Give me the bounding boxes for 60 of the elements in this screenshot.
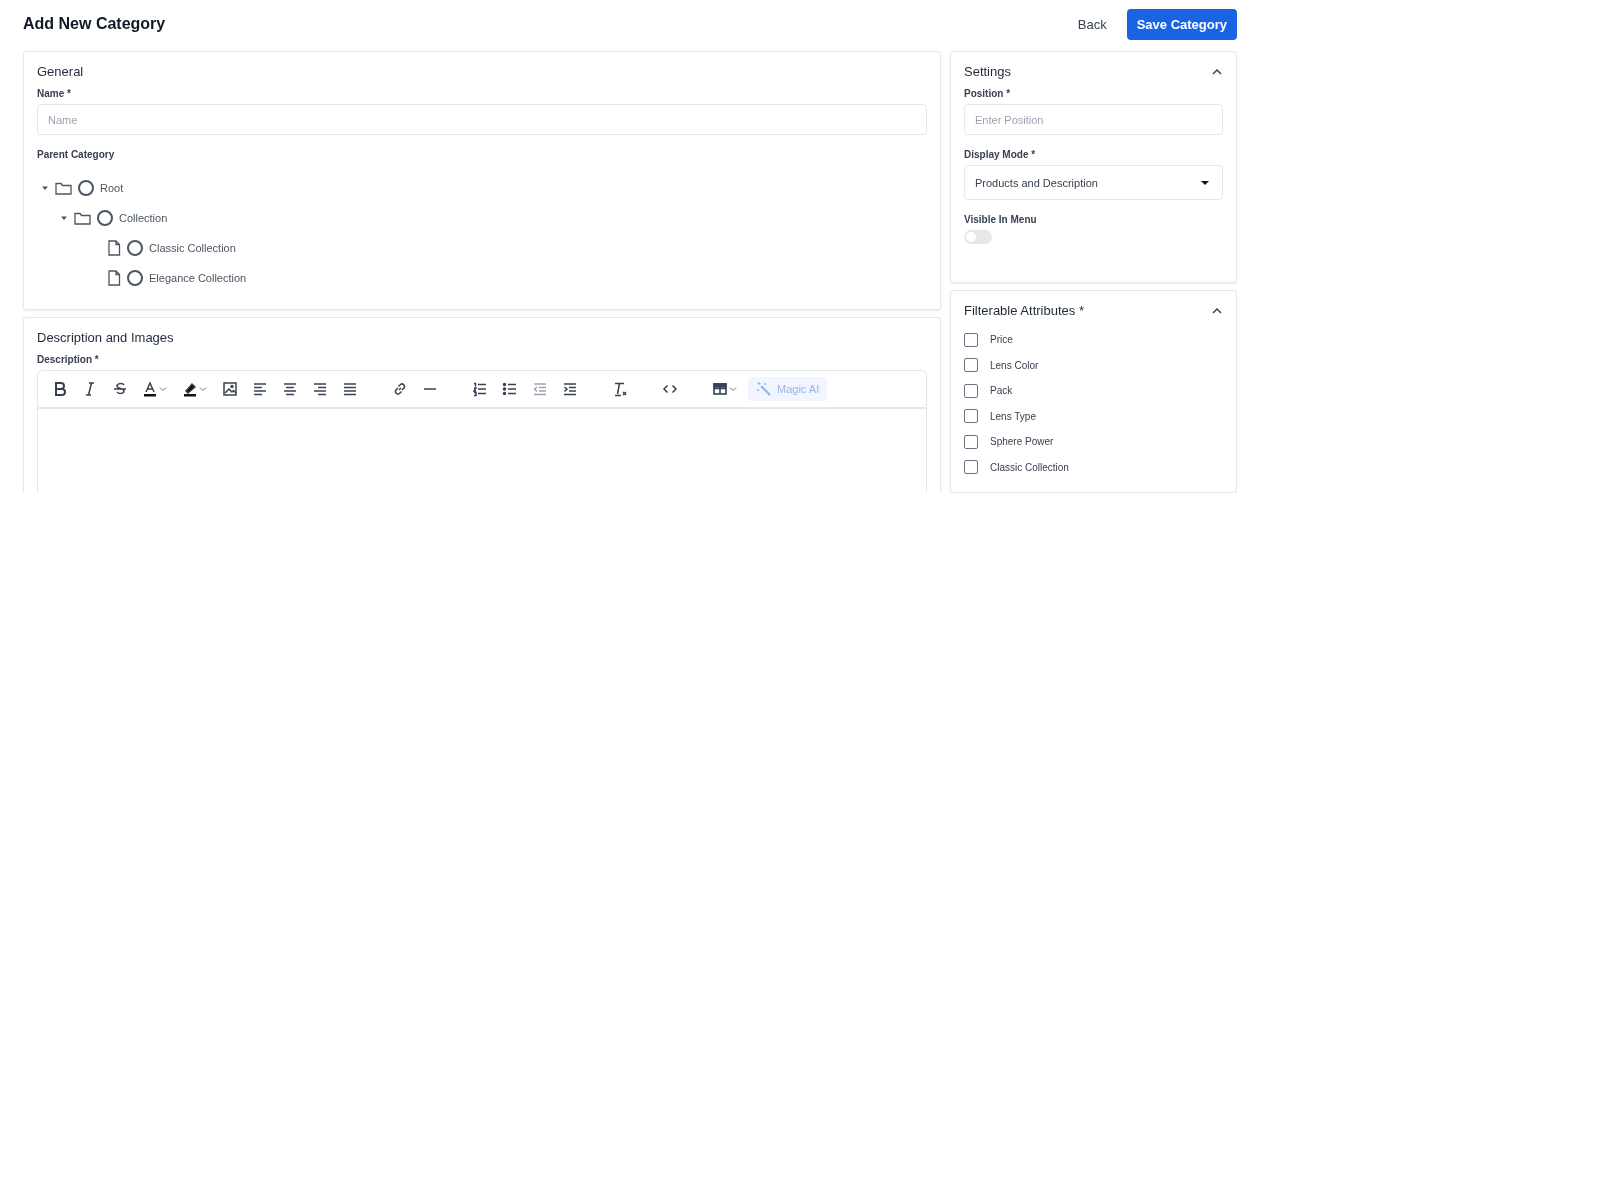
name-input[interactable]: Name bbox=[37, 104, 927, 135]
display-mode-dropdown[interactable]: Products and Description bbox=[964, 165, 1223, 200]
checkbox[interactable] bbox=[964, 383, 978, 398]
radio-button[interactable] bbox=[97, 210, 113, 226]
checkbox-label[interactable]: Sphere Power bbox=[990, 436, 1054, 448]
indent-icon[interactable] bbox=[562, 381, 578, 397]
checkbox[interactable] bbox=[964, 460, 978, 475]
align-justify-icon[interactable] bbox=[342, 381, 358, 397]
section-title: Filterable Attributes * bbox=[964, 303, 1084, 318]
highlighter-icon[interactable] bbox=[182, 381, 198, 397]
table-icon[interactable] bbox=[712, 381, 728, 397]
tree-item-label[interactable]: Collection bbox=[119, 212, 168, 224]
checkbox-label[interactable]: Lens Type bbox=[990, 410, 1036, 422]
folder-icon bbox=[74, 211, 91, 225]
tree-item-label[interactable]: Root bbox=[100, 182, 124, 194]
page-title: Add New Category bbox=[23, 15, 166, 33]
position-input[interactable]: Enter Position bbox=[964, 104, 1223, 135]
file-icon bbox=[107, 270, 121, 286]
strikethrough-icon[interactable] bbox=[112, 381, 128, 397]
bulleted-list-icon[interactable] bbox=[502, 381, 518, 397]
checkbox-label[interactable]: Classic Collection bbox=[990, 461, 1069, 473]
image-icon[interactable] bbox=[222, 381, 238, 397]
link-icon[interactable] bbox=[392, 381, 408, 397]
clear-formatting-icon[interactable] bbox=[612, 381, 628, 397]
back-button[interactable]: Back bbox=[1073, 10, 1111, 38]
field-label: Description * bbox=[37, 354, 100, 365]
section-title: Description and Images bbox=[37, 330, 174, 345]
align-center-icon[interactable] bbox=[282, 381, 298, 397]
folder-icon bbox=[55, 181, 72, 195]
align-right-icon[interactable] bbox=[312, 381, 328, 397]
radio-button[interactable] bbox=[78, 180, 94, 196]
checkbox[interactable] bbox=[964, 358, 978, 373]
checkbox-label[interactable]: Lens Color bbox=[990, 359, 1039, 371]
save-button[interactable]: Save Category bbox=[1126, 8, 1237, 40]
checkbox[interactable] bbox=[964, 434, 978, 449]
file-icon bbox=[107, 240, 121, 256]
numbered-list-icon[interactable] bbox=[472, 381, 488, 397]
checkbox-label[interactable]: Price bbox=[990, 334, 1013, 346]
caret-down-icon bbox=[1200, 179, 1210, 186]
field-label: Position * bbox=[964, 88, 1012, 99]
field-label: Visible In Menu bbox=[964, 214, 1038, 225]
caret-down-icon[interactable] bbox=[41, 184, 49, 192]
checkbox[interactable] bbox=[964, 332, 978, 347]
tree-item-label[interactable]: Classic Collection bbox=[149, 242, 236, 254]
tree-item-label[interactable]: Elegance Collection bbox=[149, 272, 247, 284]
caret-down-icon[interactable] bbox=[60, 214, 68, 222]
section-title: General bbox=[37, 64, 84, 79]
bold-icon[interactable] bbox=[52, 381, 68, 397]
align-left-icon[interactable] bbox=[252, 381, 268, 397]
field-label: Name * bbox=[37, 88, 72, 99]
radio-button[interactable] bbox=[127, 240, 143, 256]
visible-in-menu-toggle[interactable] bbox=[964, 230, 992, 244]
radio-button[interactable] bbox=[127, 270, 143, 286]
section-title: Settings bbox=[964, 64, 1011, 79]
checkbox[interactable] bbox=[964, 409, 978, 424]
text-color-icon[interactable] bbox=[142, 381, 158, 397]
checkbox-label[interactable]: Pack bbox=[990, 385, 1013, 397]
magic-wand-icon bbox=[756, 381, 772, 397]
field-label: Parent Category bbox=[37, 149, 116, 160]
field-label: Display Mode * bbox=[964, 149, 1037, 160]
